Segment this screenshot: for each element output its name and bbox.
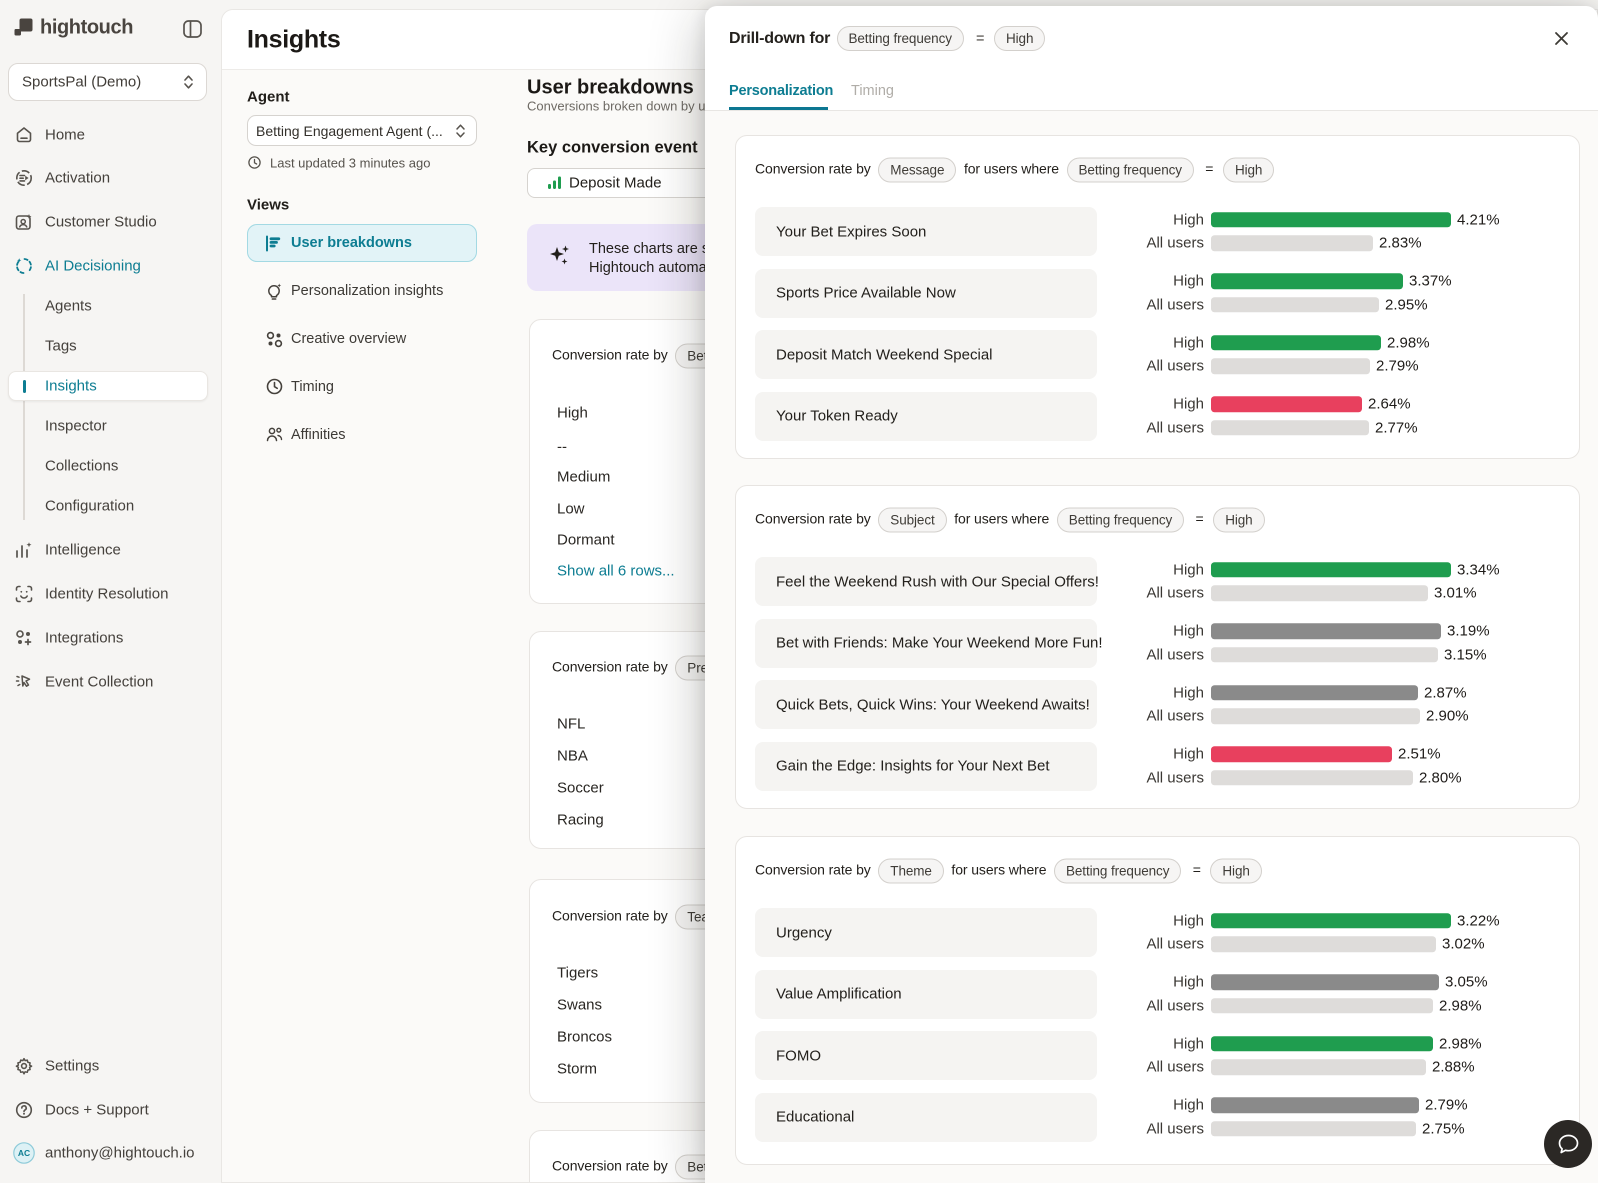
svg-text:AC: AC bbox=[18, 1148, 30, 1158]
